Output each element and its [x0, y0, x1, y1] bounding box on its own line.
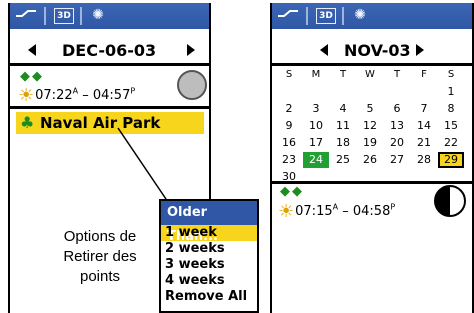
- weekday-header: T: [393, 69, 401, 80]
- sunrise-ampm: A: [332, 202, 339, 212]
- calendar-day[interactable]: 10: [303, 118, 329, 134]
- caption-line: points: [79, 268, 121, 285]
- callout-caption: Options de Retirer des points: [40, 227, 160, 287]
- calendar-day[interactable]: 19: [357, 135, 383, 151]
- month-label: NOV-03: [344, 41, 411, 60]
- calendar-day[interactable]: 27: [384, 152, 410, 168]
- calendar-day[interactable]: 14: [411, 118, 437, 134]
- calendar-grid: S M T W T F S 1 2 3 4 5 6 7 8 9 10 11 12 13 14 15 16 17 18 19 20 21…: [276, 67, 466, 183]
- calendar-day[interactable]: 23: [276, 152, 302, 168]
- status-bar: 3D ✺: [272, 3, 472, 29]
- month-navigator: NOV-03: [272, 41, 472, 61]
- calendar-day[interactable]: 25: [330, 152, 356, 168]
- calendar-day[interactable]: 12: [357, 118, 383, 134]
- right-gps-screen: 3D ✺ NOV-03 S M T W T F S 1 2 3 4 5 6 7 8 9 10 11 12 13 14 15…: [270, 3, 474, 313]
- calendar-day[interactable]: 18: [330, 135, 356, 151]
- calendar-day[interactable]: 9: [276, 118, 302, 134]
- weekday-header: S: [285, 69, 293, 80]
- calendar-day[interactable]: 22: [438, 135, 464, 151]
- remove-points-menu: Older Than... 1 week 2 weeks 3 weeks 4 w…: [159, 199, 259, 313]
- menu-item-remove-all[interactable]: Remove All: [161, 289, 257, 305]
- moon-phase-icon: [434, 185, 466, 217]
- fish-icon: ◆◆: [280, 184, 304, 199]
- next-month-arrow-icon[interactable]: [416, 44, 424, 56]
- sun-dash: –: [342, 204, 349, 219]
- calendar-day[interactable]: 1: [438, 84, 464, 100]
- calendar-day[interactable]: 2: [276, 101, 302, 117]
- divider: [342, 7, 344, 25]
- divider: [272, 63, 472, 66]
- calendar-day[interactable]: 24: [303, 152, 329, 168]
- calendar-day[interactable]: 29: [438, 152, 464, 168]
- menu-title: Older Than...: [161, 201, 257, 244]
- map-pin-icon: [276, 8, 300, 24]
- menu-item-1-week[interactable]: 1 week: [161, 225, 257, 241]
- sunset-time: 04:58: [352, 204, 391, 219]
- sunset-ampm: P: [390, 202, 396, 212]
- prev-month-arrow-icon[interactable]: [320, 44, 328, 56]
- calendar-day[interactable]: 17: [303, 135, 329, 151]
- calendar-day[interactable]: 28: [411, 152, 437, 168]
- calendar-day[interactable]: 21: [411, 135, 437, 151]
- calendar-day[interactable]: 5: [357, 101, 383, 117]
- sunrise-time: 07:15: [295, 204, 333, 219]
- 3d-icon[interactable]: 3D: [316, 8, 336, 24]
- weekday-header: S: [447, 69, 455, 80]
- calendar-day[interactable]: 13: [384, 118, 410, 134]
- weekday-header: F: [421, 69, 427, 80]
- calendar-day[interactable]: 3: [303, 101, 329, 117]
- calendar-day[interactable]: 20: [384, 135, 410, 151]
- calendar-day[interactable]: 7: [411, 101, 437, 117]
- menu-item-2-weeks[interactable]: 2 weeks: [161, 241, 257, 257]
- weekday-header: W: [365, 69, 375, 80]
- menu-item-3-weeks[interactable]: 3 weeks: [161, 257, 257, 273]
- calendar-day[interactable]: 16: [276, 135, 302, 151]
- calendar-day[interactable]: 8: [438, 101, 464, 117]
- weekday-header: T: [339, 69, 347, 80]
- calendar-day[interactable]: 26: [357, 152, 383, 168]
- calendar-day[interactable]: 15: [438, 118, 464, 134]
- sun-times: ☀07:15A – 04:58P: [278, 201, 395, 222]
- caption-line: Options de: [63, 228, 137, 245]
- caption-line: Retirer des: [63, 248, 137, 265]
- calendar-day[interactable]: 11: [330, 118, 356, 134]
- calendar-day[interactable]: 6: [384, 101, 410, 117]
- menu-item-4-weeks[interactable]: 4 weeks: [161, 273, 257, 289]
- weekday-header: M: [311, 69, 321, 80]
- bulb-icon[interactable]: ✺: [352, 8, 368, 24]
- calendar-day[interactable]: 4: [330, 101, 356, 117]
- sun-icon: ☀: [278, 201, 295, 222]
- divider: [306, 7, 308, 25]
